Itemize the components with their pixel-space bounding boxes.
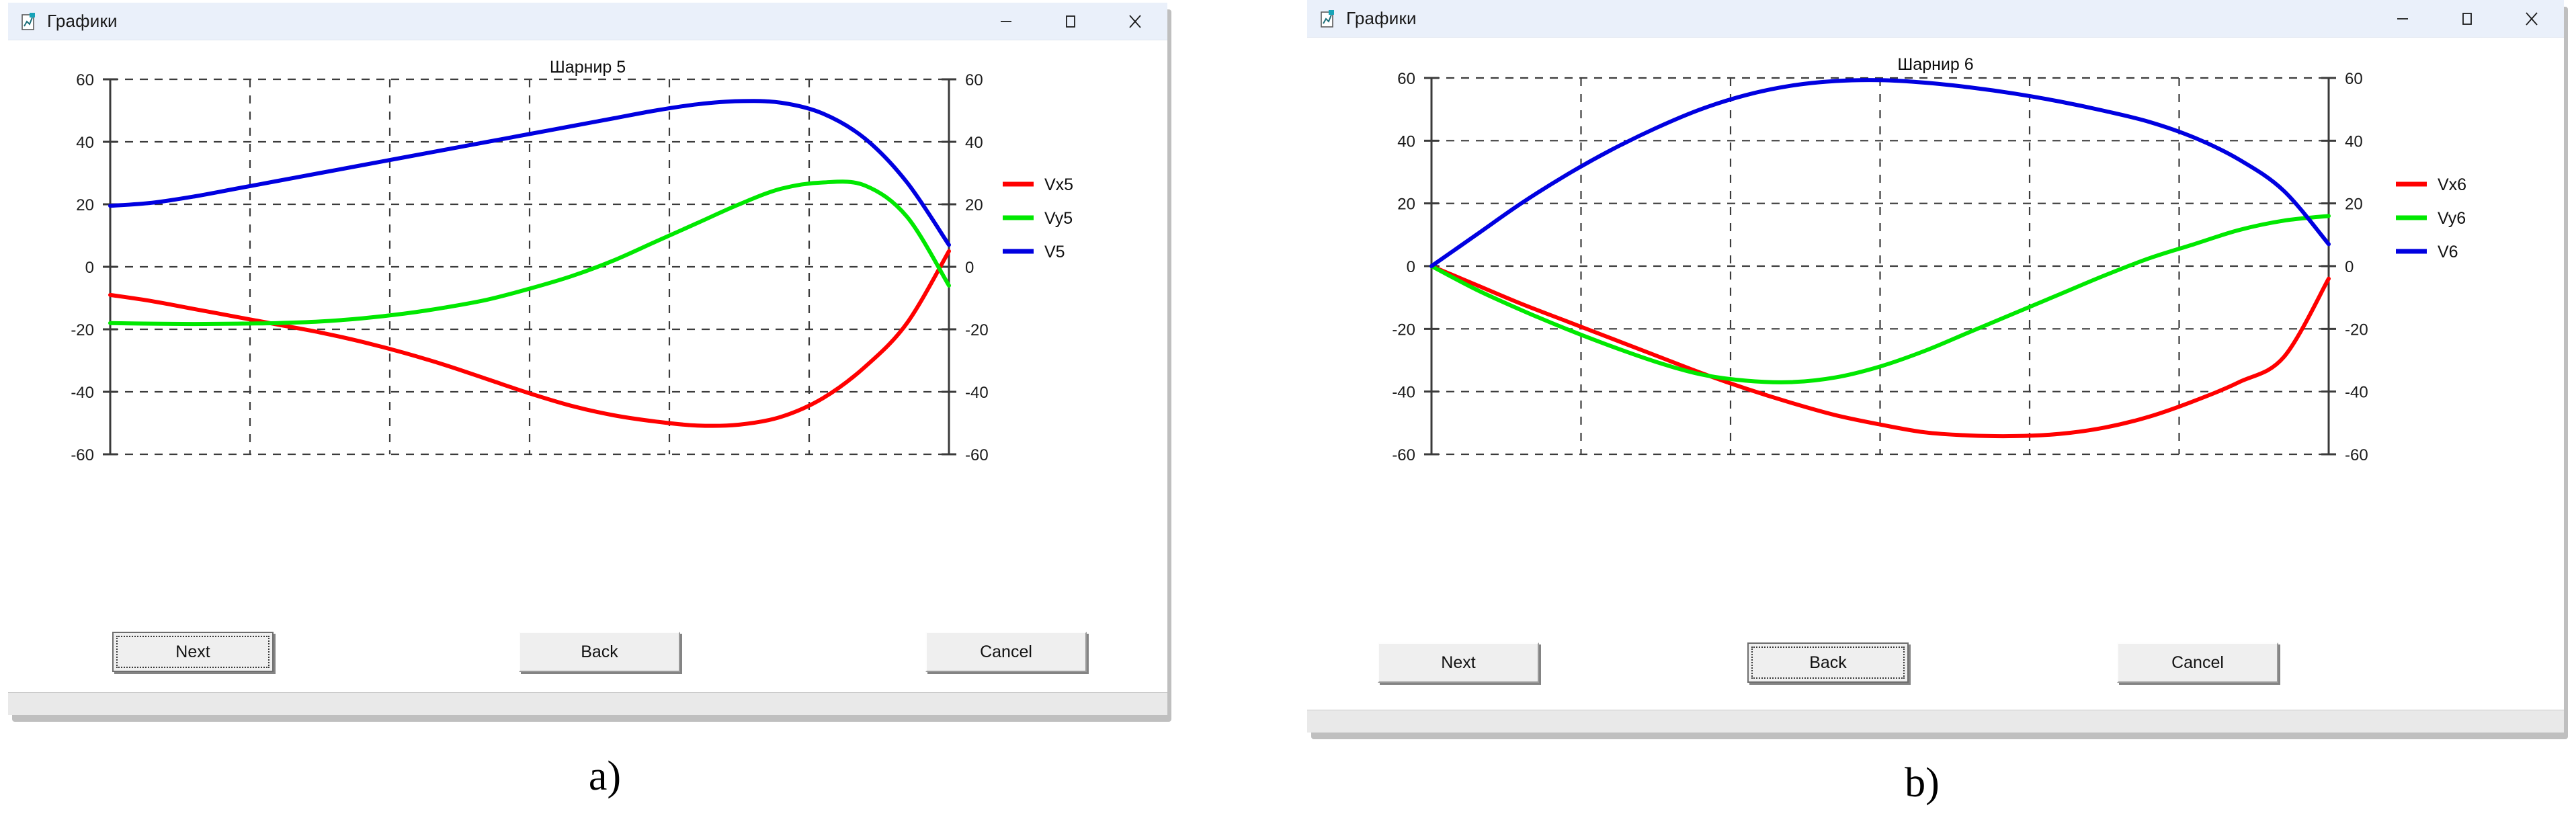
y-axis-tick-label-left: 60	[76, 71, 94, 89]
y-axis-tick-label-left: 0	[85, 259, 94, 277]
figure-root: Графики Шарнир 5 60 60 40 40 20 20 0 0 -20 -20 -40 -4…	[0, 0, 2576, 834]
y-axis-tick-label-left: 20	[76, 196, 94, 214]
y-axis-tick-label-right: -40	[2345, 384, 2368, 402]
minimize-icon[interactable]	[2370, 0, 2435, 37]
legend-label-vx5: Vx5	[1044, 175, 1073, 194]
window-body: Шарнир 5 60 60 40 40 20 20 0 0 -20 -20 -40 -40 -60 -60…	[8, 40, 1167, 715]
window-title: Графики	[47, 11, 118, 31]
y-axis-tick-label-right: 40	[2345, 132, 2363, 151]
window-b: Графики Шарнир 6 60 60 40 40 20 20 0 0 -20 -20 -40 -4…	[1307, 0, 2564, 733]
series-line-v6	[1429, 78, 2331, 268]
y-axis-tick-label-left: -60	[1392, 446, 1415, 464]
y-axis-tick-label-right: -20	[965, 321, 989, 339]
y-axis-tick-label-left: 40	[1397, 132, 1415, 151]
status-bar	[8, 692, 1167, 715]
close-icon[interactable]	[2499, 0, 2564, 37]
cancel-button[interactable]: Cancel	[2117, 642, 2278, 683]
graph-window-icon	[20, 11, 38, 32]
next-button-label: Next	[175, 642, 210, 661]
legend-label-vx6: Vx6	[2438, 175, 2466, 194]
window-controls	[974, 3, 1167, 40]
y-axis-tick-label-left: 40	[76, 134, 94, 152]
legend-label-vy6: Vy6	[2438, 209, 2466, 228]
y-axis-tick-label-right: 0	[2345, 258, 2354, 276]
cancel-button-label: Cancel	[2171, 653, 2224, 672]
y-axis-tick-label-right: 20	[2345, 196, 2363, 214]
y-axis-tick-label-left: -60	[71, 446, 94, 464]
series-line-vy5	[108, 179, 951, 327]
window-a: Графики Шарнир 5 60 60 40 40 20 20 0 0 -20 -20 -40 -4…	[8, 3, 1167, 715]
back-button[interactable]: Back	[1747, 642, 1909, 683]
minimize-icon[interactable]	[974, 3, 1038, 40]
y-axis-tick-label-right: -60	[965, 446, 989, 464]
y-axis-tick-label-right: 20	[965, 196, 983, 214]
legend-label-v5: V5	[1044, 243, 1065, 261]
window-title: Графики	[1346, 8, 1417, 28]
figure-caption-a: a)	[588, 753, 622, 799]
y-axis-tick-label-left: 20	[1397, 196, 1415, 214]
back-button-label: Back	[581, 642, 618, 661]
y-axis-tick-label-right: -60	[2345, 446, 2368, 464]
cancel-button-label: Cancel	[980, 642, 1032, 661]
legend-label-v6: V6	[2438, 243, 2458, 261]
y-axis-tick-label-left: 0	[1407, 258, 1415, 276]
chart-plot: 60 60 40 40 20 20 0 0 -20 -20 -40 -40 -60 -60 Vx6 Vy6 V6	[1392, 70, 2466, 464]
maximize-icon[interactable]	[2435, 0, 2499, 37]
y-axis-tick-label-right: -40	[965, 384, 989, 402]
next-button[interactable]: Next	[112, 632, 274, 672]
window-body: Шарнир 6 60 60 40 40 20 20 0 0 -20 -20 -40 -40 -60 -60…	[1307, 38, 2564, 733]
y-axis-tick-label-left: -20	[1392, 321, 1415, 339]
window-controls	[2370, 0, 2564, 37]
y-axis-tick-label-left: -20	[71, 321, 94, 339]
back-button[interactable]: Back	[519, 632, 680, 672]
next-button[interactable]: Next	[1378, 642, 1539, 683]
series-line-v5	[108, 99, 951, 247]
graph-window-icon	[1319, 9, 1337, 29]
y-axis-tick-label-right: 40	[965, 134, 983, 152]
chart-plot: 60 60 40 40 20 20 0 0 -20 -20 -40 -40 -60 -60 Vx5 Vy5 V5	[71, 71, 1073, 464]
back-button-label: Back	[1809, 653, 1847, 672]
y-axis-tick-label-left: 60	[1397, 70, 1415, 88]
next-button-label: Next	[1441, 653, 1476, 672]
cancel-button[interactable]: Cancel	[925, 632, 1087, 672]
maximize-icon[interactable]	[1038, 3, 1103, 40]
y-axis-tick-label-right: 60	[2345, 70, 2363, 88]
y-axis-tick-label-left: -40	[71, 384, 94, 402]
titlebar: Графики	[8, 3, 1167, 40]
close-icon[interactable]	[1103, 3, 1167, 40]
y-axis-tick-label-right: -20	[2345, 321, 2368, 339]
legend-label-vy5: Vy5	[1044, 209, 1073, 228]
titlebar: Графики	[1307, 0, 2564, 38]
y-axis-tick-label-right: 0	[965, 259, 974, 277]
y-axis-tick-label-right: 60	[965, 71, 983, 89]
y-axis-tick-label-left: -40	[1392, 384, 1415, 402]
status-bar	[1307, 710, 2564, 733]
figure-caption-b: b)	[1905, 760, 1940, 806]
